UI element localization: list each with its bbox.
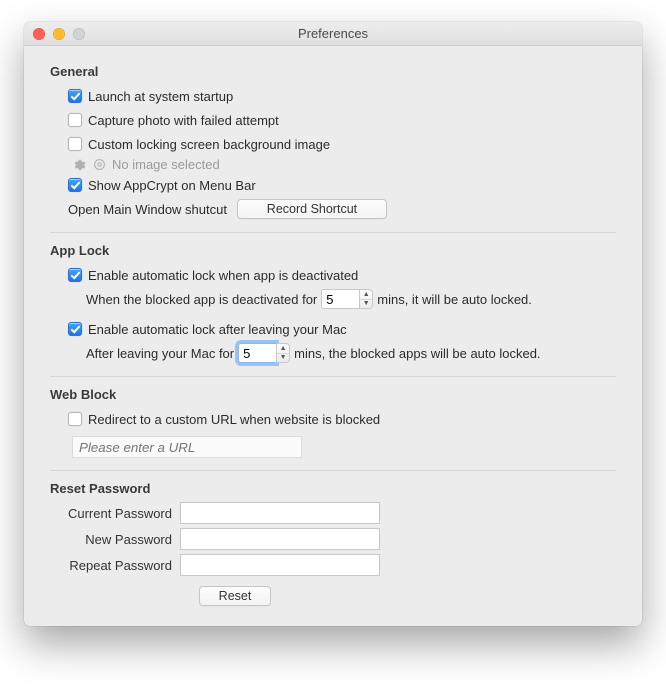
record-shortcut-button[interactable]: Record Shortcut (237, 199, 387, 219)
custom-bg-checkbox[interactable] (68, 137, 82, 151)
capture-photo-checkbox[interactable] (68, 113, 82, 127)
at-icon (92, 158, 106, 172)
chevron-up-icon[interactable]: ▲ (277, 344, 289, 354)
applock-leave-detail: After leaving your Mac for ▲ ▼ mins, the… (50, 342, 616, 364)
separator (50, 376, 616, 377)
window-title: Preferences (298, 26, 368, 41)
stepper-icon[interactable]: ▲ ▼ (359, 289, 373, 309)
applock-leave-row: Enable automatic lock after leaving your… (50, 318, 616, 340)
menubar-row: Show AppCrypt on Menu Bar (50, 174, 616, 196)
applock-deact-row: Enable automatic lock when app is deacti… (50, 264, 616, 286)
shortcut-label: Open Main Window shutcut (68, 202, 227, 217)
applock-leave-value[interactable] (238, 343, 276, 363)
launch-at-startup-label: Launch at system startup (88, 89, 233, 104)
applock-leave-post: mins, the blocked apps will be auto lock… (294, 346, 540, 361)
capture-photo-label: Capture photo with failed attempt (88, 113, 279, 128)
current-password-input[interactable] (180, 502, 380, 524)
custom-bg-label: Custom locking screen background image (88, 137, 330, 152)
applock-leave-label: Enable automatic lock after leaving your… (88, 322, 347, 337)
section-reset: Reset Password (50, 481, 616, 496)
repeat-password-label: Repeat Password (50, 558, 180, 573)
gear-icon (72, 158, 86, 172)
applock-deact-checkbox[interactable] (68, 268, 82, 282)
redirect-checkbox[interactable] (68, 412, 82, 426)
custom-bg-subrow: No image selected (72, 157, 616, 172)
separator (50, 232, 616, 233)
launch-at-startup-checkbox[interactable] (68, 89, 82, 103)
applock-deact-label: Enable automatic lock when app is deacti… (88, 268, 358, 283)
applock-deact-pre: When the blocked app is deactivated for (86, 292, 317, 307)
section-general: General (50, 64, 616, 79)
launch-at-startup-row: Launch at system startup (50, 85, 616, 107)
redirect-label: Redirect to a custom URL when website is… (88, 412, 380, 427)
repeat-password-input[interactable] (180, 554, 380, 576)
applock-deact-detail: When the blocked app is deactivated for … (50, 288, 616, 310)
applock-deact-stepper: ▲ ▼ (321, 289, 373, 309)
applock-leave-stepper: ▲ ▼ (238, 343, 290, 363)
reset-row: Reset (50, 586, 420, 606)
custom-bg-row: Custom locking screen background image (50, 133, 616, 155)
chevron-down-icon[interactable]: ▼ (277, 354, 289, 363)
minimize-icon[interactable] (53, 28, 65, 40)
menubar-checkbox[interactable] (68, 178, 82, 192)
new-password-label: New Password (50, 532, 180, 547)
current-password-label: Current Password (50, 506, 180, 521)
redirect-row: Redirect to a custom URL when website is… (50, 408, 616, 430)
applock-deact-value[interactable] (321, 289, 359, 309)
section-applock: App Lock (50, 243, 616, 258)
applock-deact-post: mins, it will be auto locked. (377, 292, 532, 307)
traffic-lights (33, 28, 85, 40)
password-grid: Current Password New Password Repeat Pas… (50, 502, 616, 576)
new-password-input[interactable] (180, 528, 380, 550)
chevron-down-icon[interactable]: ▼ (360, 300, 372, 309)
section-webblock: Web Block (50, 387, 616, 402)
separator (50, 470, 616, 471)
applock-leave-pre: After leaving your Mac for (86, 346, 234, 361)
applock-leave-checkbox[interactable] (68, 322, 82, 336)
no-image-text: No image selected (112, 157, 220, 172)
content: General Launch at system startup Capture… (24, 46, 642, 626)
close-icon[interactable] (33, 28, 45, 40)
chevron-up-icon[interactable]: ▲ (360, 290, 372, 300)
capture-photo-row: Capture photo with failed attempt (50, 109, 616, 131)
zoom-icon (73, 28, 85, 40)
titlebar: Preferences (24, 22, 642, 46)
stepper-icon[interactable]: ▲ ▼ (276, 343, 290, 363)
menubar-label: Show AppCrypt on Menu Bar (88, 178, 256, 193)
redirect-url-input[interactable] (72, 436, 302, 458)
reset-button[interactable]: Reset (199, 586, 271, 606)
shortcut-row: Open Main Window shutcut Record Shortcut (50, 198, 616, 220)
preferences-window: Preferences General Launch at system sta… (24, 22, 642, 626)
